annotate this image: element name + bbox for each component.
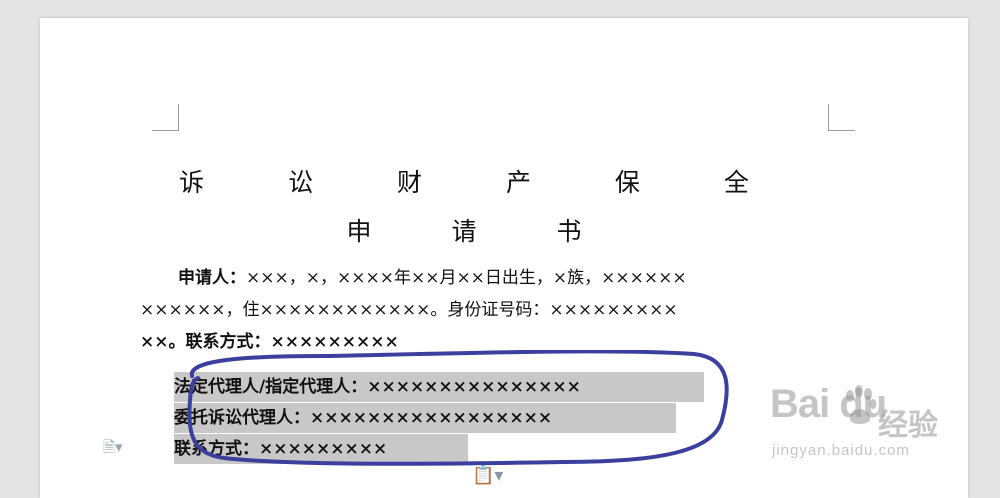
legal-agent-line[interactable]: 法定代理人/指定代理人：××××××××××××××× [174, 372, 704, 402]
watermark-url: jingyan.baidu.com [772, 442, 910, 459]
document-title-line1: 诉 讼 财 产 保 全 [179, 168, 787, 197]
applicant-line-1: 申请人：×××，×，××××年××月××日出生，×族，×××××× [140, 262, 790, 294]
margin-corner-top-left [152, 104, 179, 131]
margin-corner-top-right [828, 104, 855, 131]
applicant-line-1-text: ×××，×，××××年××月××日出生，×族，×××××× [246, 268, 687, 288]
contact-text: 联系方式：××××××××× [174, 439, 388, 459]
baidu-paw-icon [846, 385, 877, 424]
applicant-label: 申请人： [178, 268, 246, 288]
applicant-line-2: ××××××，住××××××××××××。身份证号码：××××××××× [140, 300, 678, 320]
paste-options-icon[interactable]: 📋▾ [472, 465, 503, 486]
litigation-agent-line[interactable]: 委托诉讼代理人：××××××××××××××××× [174, 403, 676, 433]
legal-agent-text: 法定代理人/指定代理人：××××××××××××××× [174, 377, 581, 397]
litigation-agent-text: 委托诉讼代理人：××××××××××××××××× [174, 408, 553, 428]
contact-line[interactable]: 联系方式：××××××××× [174, 434, 468, 464]
watermark-cn: 经验 [878, 409, 938, 442]
applicant-line-3: ××。联系方式：××××××××× [140, 332, 399, 352]
document-options-icon[interactable]: 🗎▾ [103, 437, 123, 462]
baidu-jingyan-watermark: Bai du 经验 jingyan.baidu.com [770, 382, 970, 472]
document-title-line2: 申 请 书 [346, 217, 618, 246]
applicant-paragraph: 申请人：×××，×，××××年××月××日出生，×族，×××××× ××××××… [140, 262, 790, 358]
